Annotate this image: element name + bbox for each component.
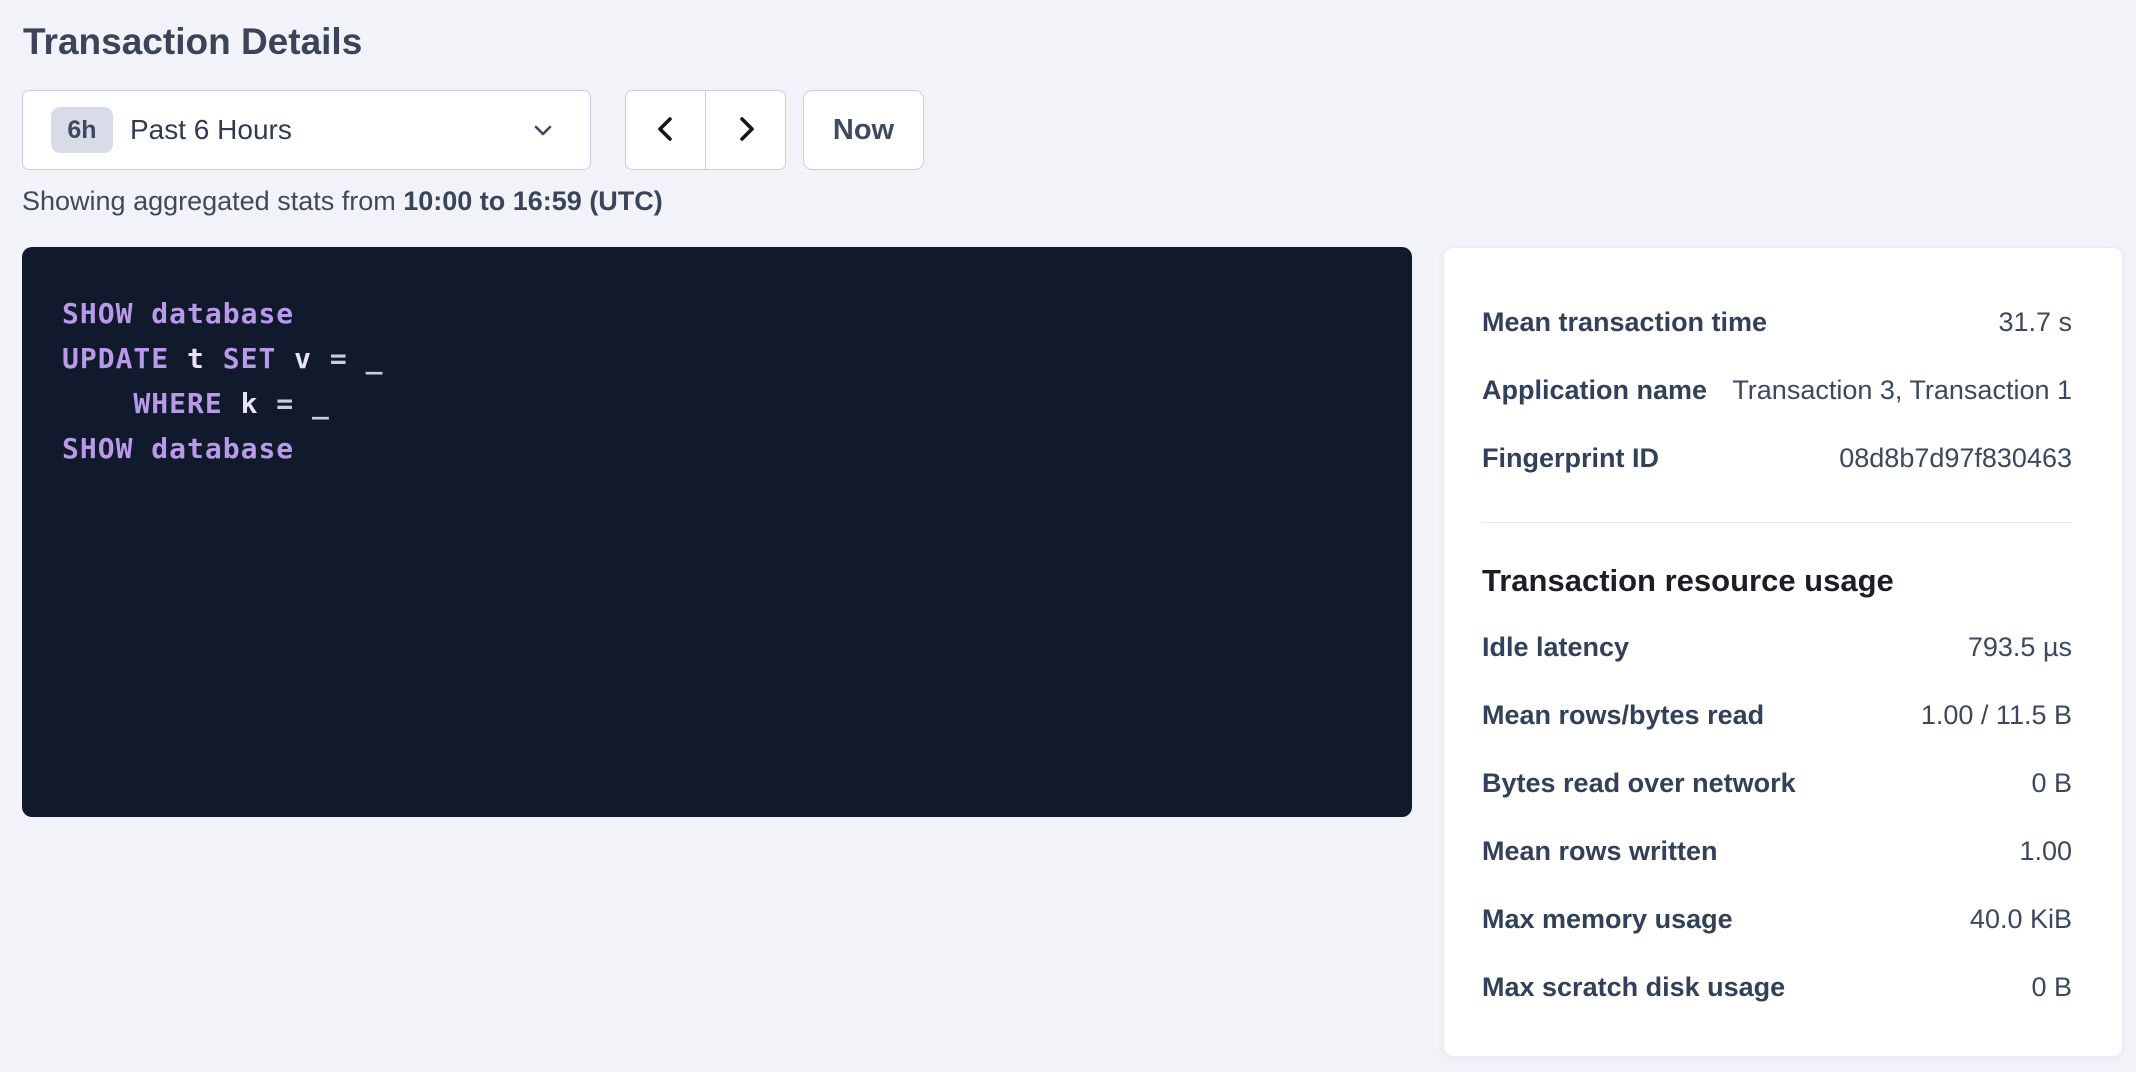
row-label: Idle latency bbox=[1482, 632, 1649, 663]
aggregation-period-prefix: Showing aggregated stats from bbox=[22, 186, 403, 216]
panel-divider bbox=[1482, 522, 2072, 523]
row-value: 0 B bbox=[2031, 972, 2072, 1003]
row-value: 0 B bbox=[2031, 768, 2072, 799]
row-value: 1.00 bbox=[2019, 836, 2072, 867]
time-step-buttons bbox=[625, 90, 786, 170]
sql-statement-box: SHOW databaseUPDATE t SET v = _ WHERE k … bbox=[22, 247, 1412, 817]
row-value: 1.00 / 11.5 B bbox=[1921, 700, 2072, 731]
time-range-label: Past 6 Hours bbox=[130, 114, 292, 146]
chevron-left-icon bbox=[652, 114, 680, 147]
next-time-button[interactable] bbox=[705, 90, 786, 170]
row-label: Max scratch disk usage bbox=[1482, 972, 1805, 1003]
summary-rows: Mean transaction time 31.7 s Application… bbox=[1482, 288, 2072, 492]
aggregation-period-text: Showing aggregated stats from 10:00 to 1… bbox=[22, 184, 2123, 218]
row-value: Transaction 3, Transaction 1 bbox=[1732, 375, 2072, 406]
row-label: Application name bbox=[1482, 375, 1727, 406]
sql-line: SHOW database bbox=[62, 426, 1372, 471]
row-label: Mean transaction time bbox=[1482, 307, 1787, 338]
row-value: 08d8b7d97f830463 bbox=[1839, 443, 2072, 474]
time-range-dropdown[interactable]: 6h Past 6 Hours bbox=[22, 90, 591, 170]
resource-row: Mean rows written 1.00 bbox=[1482, 817, 2072, 885]
resource-row: Mean rows/bytes read 1.00 / 11.5 B bbox=[1482, 681, 2072, 749]
now-button[interactable]: Now bbox=[803, 90, 924, 170]
sql-line: UPDATE t SET v = _ bbox=[62, 336, 1372, 381]
time-range-badge: 6h bbox=[51, 107, 113, 153]
transaction-details-page: Transaction Details 6h Past 6 Hours bbox=[0, 0, 2136, 1057]
time-controls: 6h Past 6 Hours bbox=[22, 90, 2123, 170]
main-content: SHOW databaseUPDATE t SET v = _ WHERE k … bbox=[22, 247, 2123, 1057]
row-label: Max memory usage bbox=[1482, 904, 1753, 935]
row-value: 31.7 s bbox=[1998, 307, 2072, 338]
row-label: Fingerprint ID bbox=[1482, 443, 1679, 474]
row-label: Mean rows/bytes read bbox=[1482, 700, 1784, 731]
resource-rows: Idle latency 793.5 µs Mean rows/bytes re… bbox=[1482, 613, 2072, 1021]
prev-time-button[interactable] bbox=[625, 90, 706, 170]
details-sidebar: Mean transaction time 31.7 s Application… bbox=[1443, 247, 2123, 1057]
resource-row: Idle latency 793.5 µs bbox=[1482, 613, 2072, 681]
row-value: 40.0 KiB bbox=[1970, 904, 2072, 935]
summary-row: Mean transaction time 31.7 s bbox=[1482, 288, 2072, 356]
chevron-down-icon bbox=[530, 117, 556, 143]
sql-line: WHERE k = _ bbox=[62, 381, 1372, 426]
aggregation-period-range: 10:00 to 16:59 (UTC) bbox=[403, 186, 663, 216]
resource-row: Max scratch disk usage 0 B bbox=[1482, 953, 2072, 1021]
summary-row: Application name Transaction 3, Transact… bbox=[1482, 356, 2072, 424]
resource-row: Bytes read over network 0 B bbox=[1482, 749, 2072, 817]
summary-row: Fingerprint ID 08d8b7d97f830463 bbox=[1482, 424, 2072, 492]
chevron-right-icon bbox=[732, 114, 760, 147]
row-value: 793.5 µs bbox=[1968, 632, 2072, 663]
row-label: Bytes read over network bbox=[1482, 768, 1816, 799]
row-label: Mean rows written bbox=[1482, 836, 1738, 867]
resource-row: Max memory usage 40.0 KiB bbox=[1482, 885, 2072, 953]
page-title: Transaction Details bbox=[23, 20, 2123, 64]
sql-line: SHOW database bbox=[62, 291, 1372, 336]
resource-usage-section-title: Transaction resource usage bbox=[1482, 561, 2072, 601]
